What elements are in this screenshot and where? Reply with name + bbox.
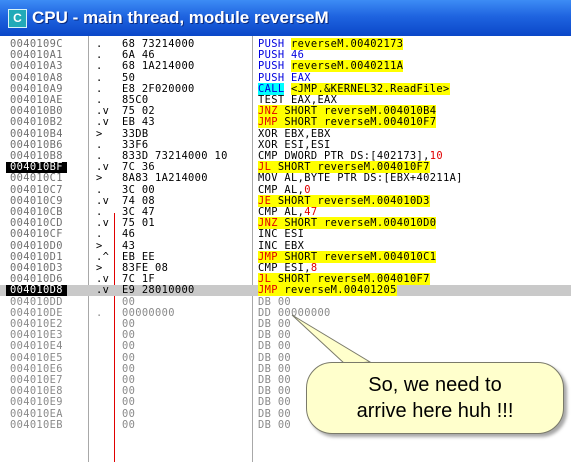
debugger-window: C CPU - main thread, module reverseM 004… [0,0,571,462]
callout-text: So, we need to arrive here huh !!! [356,374,514,422]
callout-bubble: So, we need to arrive here huh !!! [306,362,564,434]
cpu-window-icon: C [8,9,27,28]
title-bar[interactable]: C CPU - main thread, module reverseM [0,0,571,36]
window-title: CPU - main thread, module reverseM [32,8,329,27]
